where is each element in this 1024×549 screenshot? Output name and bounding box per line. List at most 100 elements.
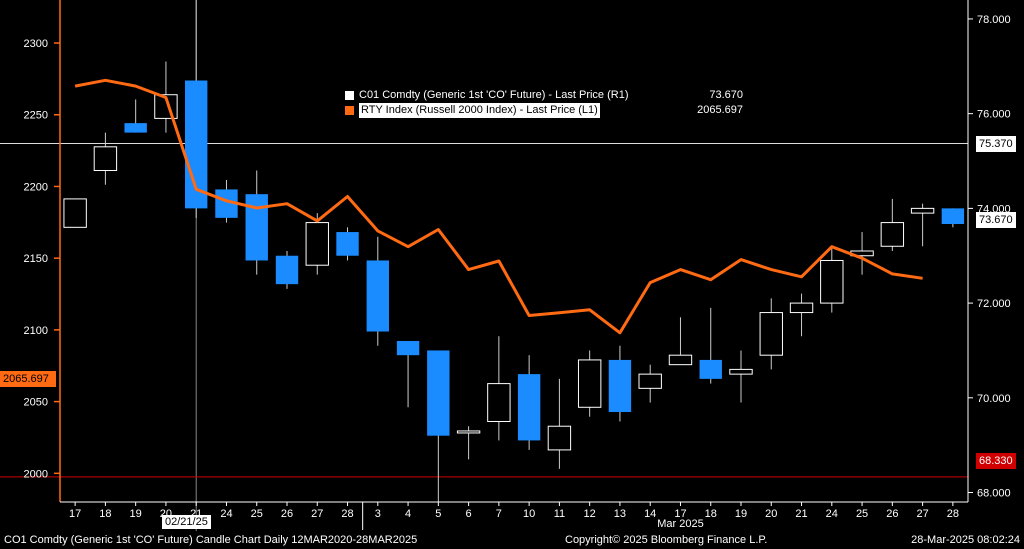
right-tick-label: 76.000 xyxy=(977,109,1011,121)
candle-body xyxy=(608,359,632,413)
right-last-price-flag: 73.670 xyxy=(976,212,1016,228)
right-hline-flag: 75.370 xyxy=(976,136,1016,152)
x-tick-label: 7 xyxy=(496,508,502,520)
crosshair-date-flag: 02/21/25 xyxy=(162,515,211,529)
left-tick-label: 2050 xyxy=(24,397,48,409)
candle-17 xyxy=(668,317,693,366)
candle-body xyxy=(275,255,299,285)
candle-body xyxy=(729,368,753,375)
candle-17 xyxy=(63,198,87,228)
candle-body xyxy=(124,123,147,133)
x-tick-label: 27 xyxy=(916,508,928,520)
right-tick-label: 72.000 xyxy=(977,298,1011,310)
candle-body xyxy=(366,260,389,332)
x-tick-label: 24 xyxy=(220,508,232,520)
candle-28 xyxy=(941,208,965,228)
candle-body xyxy=(820,259,844,304)
candle-body xyxy=(638,373,662,389)
candle-3 xyxy=(366,236,389,346)
candle-4 xyxy=(396,340,420,408)
axes: 2000 2050 2100 2150 2200 2250 2300 68.000 70.000… xyxy=(24,0,1011,530)
legend-value-rty: 2065.697 xyxy=(697,104,743,116)
legend-item-rty[interactable]: RTY Index (Russell 2000 Index) - Last Pr… xyxy=(342,103,747,118)
candle-10 xyxy=(517,355,541,450)
candle-body xyxy=(941,208,965,225)
candle-26 xyxy=(880,198,905,251)
footer-copyright: Copyright© 2025 Bloomberg Finance L.P. xyxy=(565,534,768,546)
x-tick-label: 5 xyxy=(435,508,441,520)
x-tick-label: 13 xyxy=(614,508,626,520)
right-tick-label: 78.000 xyxy=(977,14,1011,26)
candle-7 xyxy=(487,336,511,441)
candle-body xyxy=(880,222,905,247)
x-tick-label: 26 xyxy=(281,508,293,520)
candle-body xyxy=(487,383,511,422)
candle-body xyxy=(668,354,693,366)
left-last-price-flag: 2065.697 xyxy=(0,371,56,387)
legend-swatch-rty xyxy=(345,106,354,115)
x-tick-label: 26 xyxy=(886,508,898,520)
left-tick-label: 2100 xyxy=(24,325,48,337)
candle-body xyxy=(245,194,268,261)
candle-19 xyxy=(729,350,753,403)
candle-6 xyxy=(456,426,481,460)
left-tick-label: 2300 xyxy=(24,38,48,50)
right-low-flag: 68.330 xyxy=(976,453,1016,469)
legend-swatch-co1 xyxy=(345,91,354,100)
x-tick-label: 18 xyxy=(705,508,717,520)
candle-27 xyxy=(910,203,935,247)
legend-value-co1: 73.670 xyxy=(709,89,743,101)
candle-body xyxy=(577,359,602,408)
candle-18 xyxy=(93,132,118,185)
legend-label-rty: RTY Index (Russell 2000 Index) - Last Pr… xyxy=(359,103,600,118)
month-label: Mar 2025 xyxy=(657,518,703,530)
candle-18 xyxy=(699,307,722,384)
candle-28 xyxy=(336,227,359,261)
candle-body xyxy=(699,359,722,379)
x-tick-label: 18 xyxy=(99,508,111,520)
x-tick-label: 20 xyxy=(765,508,777,520)
x-tick-label: 12 xyxy=(584,508,596,520)
x-tick-label: 11 xyxy=(554,508,565,520)
candle-25 xyxy=(850,232,874,275)
x-tick-label: 25 xyxy=(251,508,263,520)
footer-timestamp: 28-Mar-2025 08:02:24 xyxy=(911,534,1020,546)
candle-body xyxy=(336,232,359,256)
x-tick-label: 6 xyxy=(466,508,472,520)
footer-description: CO1 Comdty (Generic 1st 'CO' Future) Can… xyxy=(4,534,418,546)
x-tick-label: 27 xyxy=(311,508,323,520)
x-tick-label: 3 xyxy=(375,508,381,520)
x-tick-label: 14 xyxy=(644,508,656,520)
candle-21 xyxy=(789,293,814,337)
right-tick-label: 68.000 xyxy=(977,488,1011,500)
x-tick-label: 28 xyxy=(947,508,959,520)
candle-13 xyxy=(608,345,632,422)
candle-14 xyxy=(638,364,662,403)
candle-body xyxy=(396,340,420,356)
left-tick-label: 2200 xyxy=(24,181,48,193)
left-tick-label: 2000 xyxy=(24,468,48,480)
x-tick-label: 21 xyxy=(795,508,807,520)
footer-bar: CO1 Comdty (Generic 1st 'CO' Future) Can… xyxy=(0,531,1024,549)
candle-19 xyxy=(124,99,147,133)
candle-body xyxy=(93,146,118,171)
x-tick-label: 10 xyxy=(523,508,535,520)
left-tick-label: 2250 xyxy=(24,110,48,122)
candle-body xyxy=(910,207,935,214)
candle-12 xyxy=(577,350,602,417)
x-tick-label: 17 xyxy=(69,508,81,520)
candle-body xyxy=(305,222,329,266)
candle-body xyxy=(63,198,87,228)
chart-canvas: 2000 2050 2100 2150 2200 2250 2300 68.000 70.000… xyxy=(0,0,1011,531)
candle-body xyxy=(759,312,783,356)
candle-25 xyxy=(245,170,268,275)
x-tick-label: 4 xyxy=(405,508,411,520)
x-tick-label: 28 xyxy=(341,508,353,520)
x-tick-label: 19 xyxy=(735,508,747,520)
x-tick-label: 25 xyxy=(856,508,868,520)
candle-body xyxy=(456,430,481,434)
candle-body xyxy=(517,374,541,441)
legend[interactable]: C01 Comdty (Generic 1st 'CO' Future) - L… xyxy=(342,88,747,118)
legend-item-co1[interactable]: C01 Comdty (Generic 1st 'CO' Future) - L… xyxy=(342,88,747,103)
candle-20 xyxy=(759,298,783,370)
